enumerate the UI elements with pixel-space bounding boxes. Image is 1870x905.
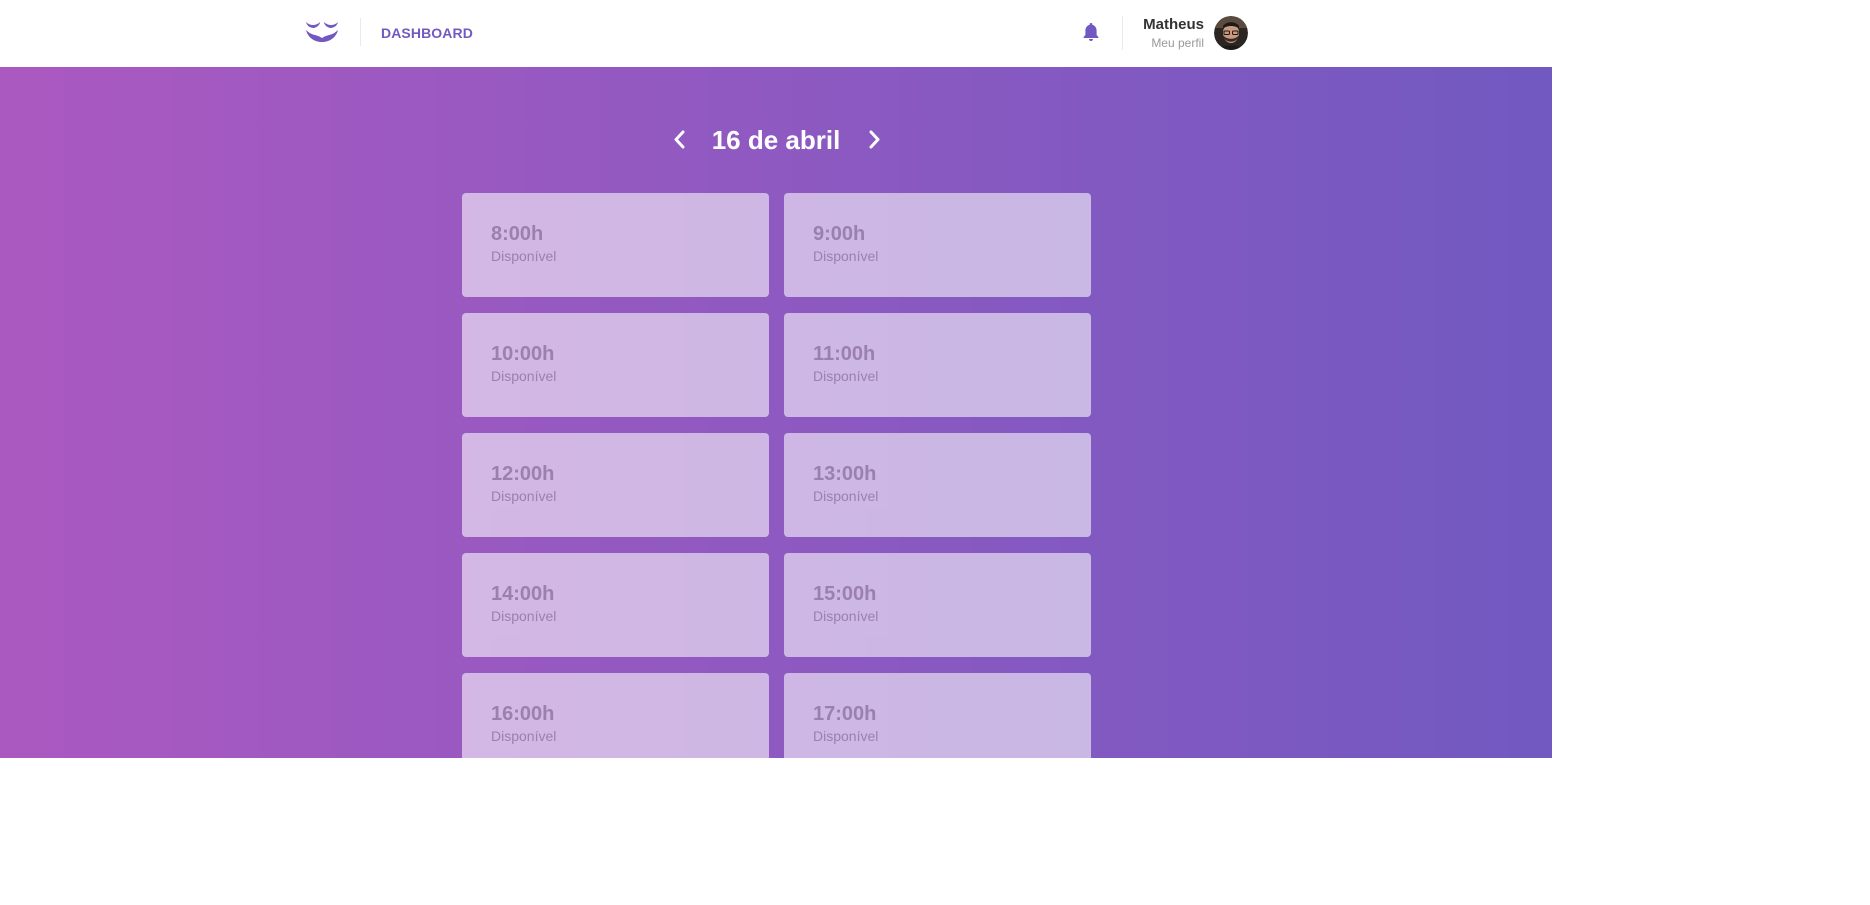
slot-status: Disponível	[813, 608, 879, 624]
time-slot-10h[interactable]: 10:00h Disponível	[462, 313, 769, 417]
time-slot-8h[interactable]: 8:00h Disponível	[462, 193, 769, 297]
slot-status: Disponível	[491, 488, 557, 504]
slot-status: Disponível	[491, 368, 557, 384]
time-slot-9h[interactable]: 9:00h Disponível	[784, 193, 1091, 297]
app-viewport: DASHBOARD Matheus Meu perfil 16 de abril…	[0, 0, 1552, 758]
slot-time: 17:00h	[813, 703, 877, 725]
top-header: DASHBOARD Matheus Meu perfil	[0, 0, 1552, 67]
dashboard-link[interactable]: DASHBOARD	[381, 25, 473, 41]
slot-time: 14:00h	[491, 583, 555, 605]
user-avatar[interactable]	[1214, 16, 1248, 50]
slot-time: 15:00h	[813, 583, 877, 605]
slot-time: 13:00h	[813, 463, 877, 485]
profile-divider	[1122, 16, 1123, 50]
selected-date-title: 16 de abril	[711, 125, 841, 155]
slot-time: 11:00h	[813, 343, 876, 365]
slot-status: Disponível	[813, 488, 879, 504]
time-slot-14h[interactable]: 14:00h Disponível	[462, 553, 769, 657]
bell-icon[interactable]	[1082, 22, 1100, 42]
slot-status: Disponível	[491, 728, 557, 744]
time-slot-13h[interactable]: 13:00h Disponível	[784, 433, 1091, 537]
time-slot-17h[interactable]: 17:00h Disponível	[784, 673, 1091, 758]
time-slot-11h[interactable]: 11:00h Disponível	[784, 313, 1091, 417]
slot-time: 10:00h	[491, 343, 555, 365]
slot-time: 16:00h	[491, 703, 555, 725]
slot-status: Disponível	[813, 248, 879, 264]
slot-time: 9:00h	[813, 223, 866, 245]
profile-info: Matheus Meu perfil	[1143, 16, 1204, 50]
mustache-logo-icon[interactable]	[304, 18, 340, 48]
profile-name: Matheus	[1143, 16, 1204, 33]
slot-status: Disponível	[813, 368, 879, 384]
slot-status: Disponível	[491, 248, 557, 264]
slot-time: 12:00h	[491, 463, 555, 485]
next-day-button[interactable]	[862, 123, 886, 157]
my-profile-link[interactable]: Meu perfil	[1143, 36, 1204, 50]
time-slot-16h[interactable]: 16:00h Disponível	[462, 673, 769, 758]
slot-time: 8:00h	[491, 223, 544, 245]
chevron-right-icon	[869, 130, 880, 149]
schedule-area: 16 de abril 8:00h Disponível 9:00h Dispo…	[0, 67, 1552, 758]
header-divider	[360, 18, 361, 46]
time-slot-grid: 8:00h Disponível 9:00h Disponível 10:00h…	[462, 193, 1091, 758]
time-slot-12h[interactable]: 12:00h Disponível	[462, 433, 769, 537]
slot-status: Disponível	[491, 608, 557, 624]
time-slot-15h[interactable]: 15:00h Disponível	[784, 553, 1091, 657]
slot-status: Disponível	[813, 728, 879, 744]
